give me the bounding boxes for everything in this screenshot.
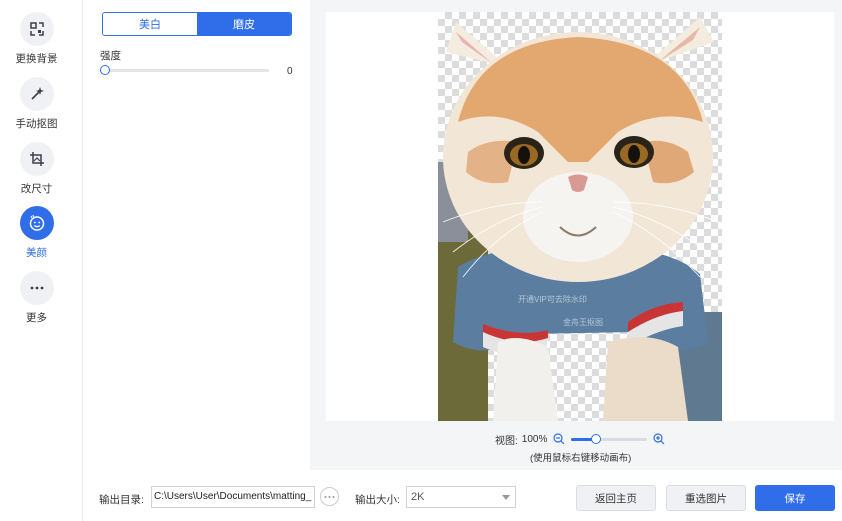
resize-crop-icon — [29, 152, 44, 166]
nav-circle — [19, 206, 54, 240]
back-home-button[interactable]: 返回主页 — [576, 485, 656, 511]
nav-label: 手动抠图 — [15, 118, 58, 130]
nav-beauty[interactable]: 美颜 — [0, 206, 73, 260]
pan-hint: (使用鼠标右键移动画布) — [530, 453, 632, 464]
watermark-brand-text: 金舟王抠图 — [563, 318, 603, 327]
zoom-label: 视图: — [495, 435, 518, 447]
nav-circle — [19, 142, 54, 176]
ellipsis-icon — [324, 495, 335, 498]
magic-wand-icon — [30, 87, 44, 100]
settings-panel: 美白 磨皮 强度 0 — [84, 0, 310, 470]
zoom-in-icon[interactable] — [653, 433, 665, 445]
bottom-bar: 输出目录: C:\Users\User\Documents\matting_ 输… — [84, 470, 842, 521]
zoom-slider-track[interactable] — [571, 433, 648, 444]
save-button[interactable]: 保存 — [755, 485, 835, 511]
strength-slider-track[interactable] — [104, 69, 269, 72]
browse-button[interactable] — [320, 487, 339, 506]
beauty-face-icon — [29, 214, 44, 231]
chevron-down-icon — [502, 495, 510, 500]
tab-smoothing[interactable]: 磨皮 — [197, 13, 291, 35]
nav-resize[interactable]: 改尺寸 — [0, 142, 73, 196]
nav-label: 更换背景 — [15, 53, 58, 65]
strength-slider-handle[interactable] — [100, 65, 110, 75]
cat-photo[interactable]: 开通VIP可去除水印 金舟王抠图 — [438, 12, 722, 421]
zoom-out-icon[interactable] — [553, 433, 565, 445]
tab-whitening[interactable]: 美白 — [103, 13, 197, 35]
cat-illustration — [438, 17, 722, 421]
output-dir-label: 输出目录: — [99, 494, 144, 506]
zoom-slider-handle[interactable] — [590, 433, 601, 444]
nav-replace-background[interactable]: 更换背景 — [0, 12, 73, 66]
output-size-value: 2K — [411, 491, 425, 503]
watermark-text: 开通VIP可去除水印 — [518, 295, 587, 304]
zoom-value: 100% — [521, 433, 548, 445]
nav-circle — [19, 271, 54, 305]
reselect-image-button[interactable]: 重选图片 — [666, 485, 746, 511]
replace-background-icon — [29, 22, 44, 36]
output-size-label: 输出大小: — [355, 494, 400, 506]
sidebar: 更换背景 手动抠图 改尺寸 美颜 更多 — [0, 0, 83, 521]
nav-circle — [19, 77, 54, 111]
nav-more[interactable]: 更多 — [0, 271, 73, 325]
strength-value: 0 — [287, 66, 293, 77]
nav-circle — [19, 12, 54, 46]
nav-label: 更多 — [26, 312, 47, 324]
zoom-control: 视图: 100% — [495, 432, 665, 447]
output-dir-field[interactable]: C:\Users\User\Documents\matting_ — [151, 486, 315, 508]
nav-label: 美颜 — [26, 247, 47, 259]
more-dots-icon — [30, 286, 43, 290]
nav-label: 改尺寸 — [20, 183, 53, 195]
beauty-mode-tabs: 美白 磨皮 — [102, 12, 292, 36]
nav-manual-cutout[interactable]: 手动抠图 — [0, 77, 73, 131]
output-size-select[interactable]: 2K — [406, 486, 516, 508]
strength-label: 强度 — [100, 50, 121, 62]
